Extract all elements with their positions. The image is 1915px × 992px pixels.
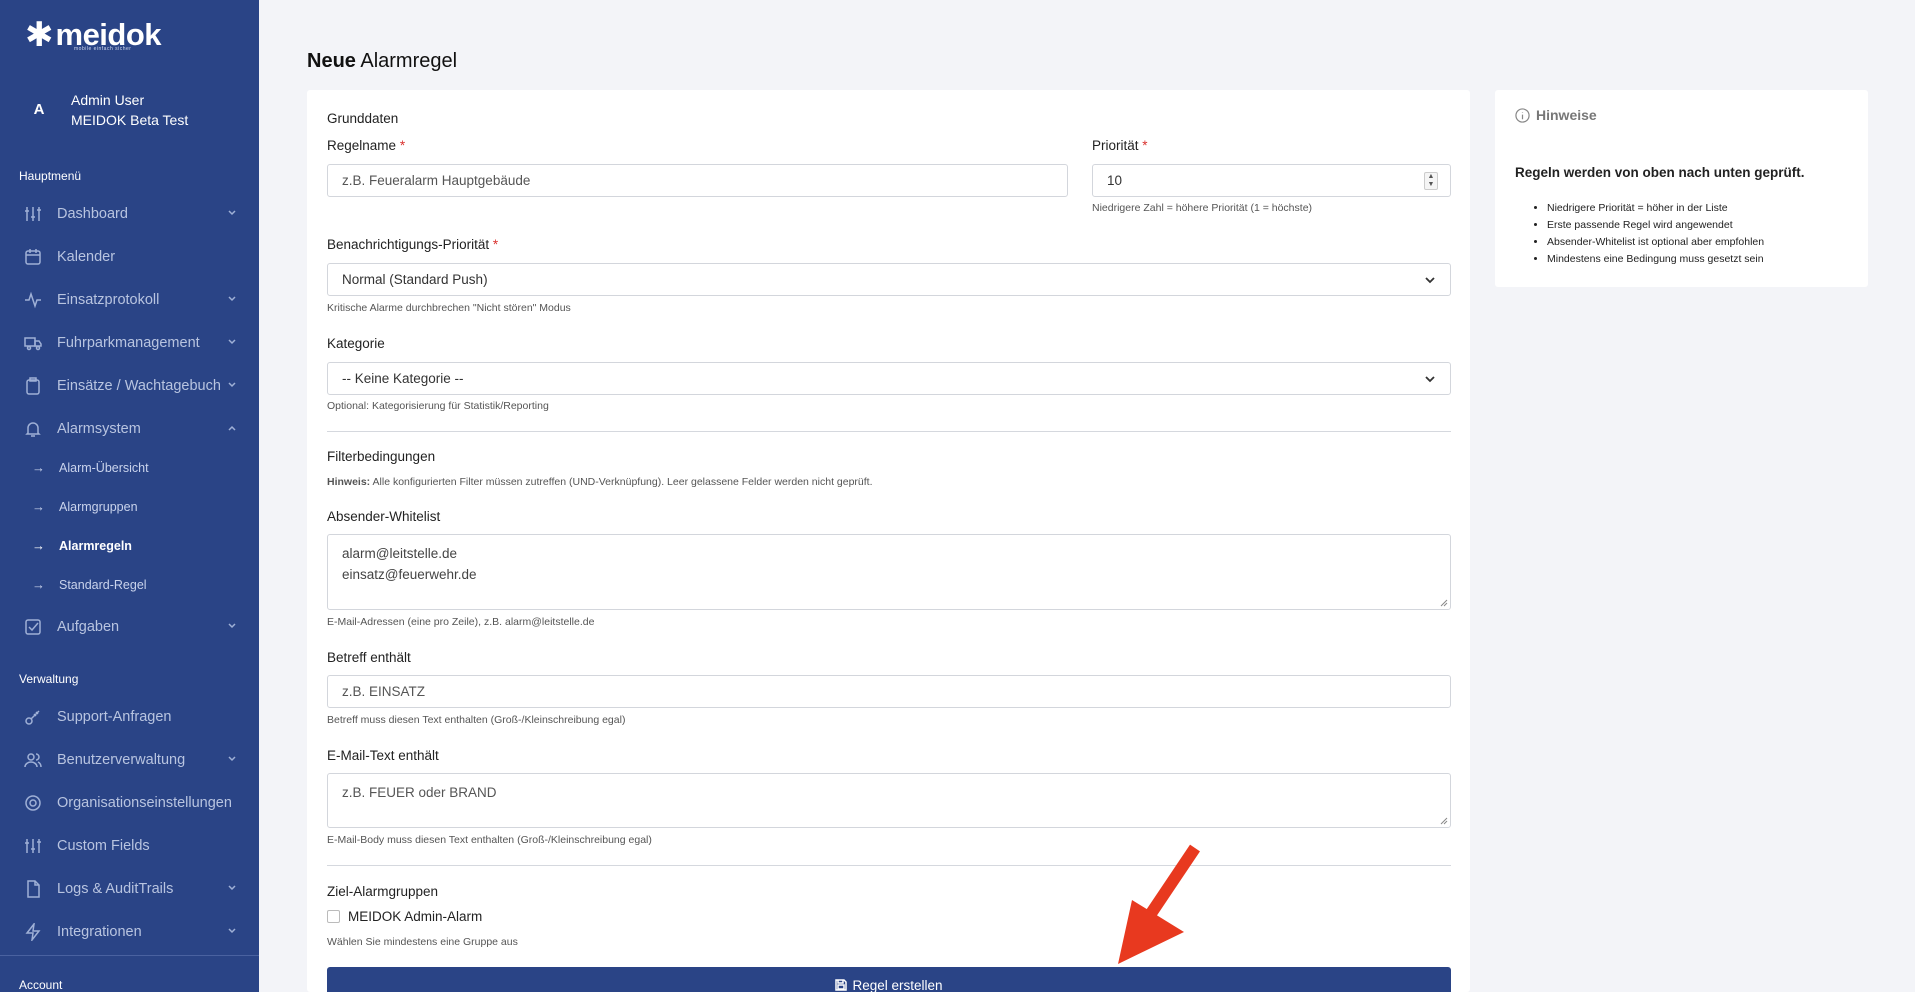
chevron-up-icon xyxy=(228,425,236,431)
save-icon xyxy=(835,979,848,991)
section-label-account: Account xyxy=(19,978,63,992)
whitelist-label: Absender-Whitelist xyxy=(327,509,441,524)
chevron-down-icon xyxy=(228,210,236,216)
sliders-icon xyxy=(25,206,41,221)
hints-list: Niedrigere Priorität = höher in der List… xyxy=(1537,200,1764,268)
gear-icon xyxy=(25,794,41,811)
sidebar-item-benutzer[interactable]: Benutzerverwaltung xyxy=(0,738,259,781)
chevron-down-icon xyxy=(1425,376,1435,383)
sidebar-item-einsaetze[interactable]: Einsätze / Wachtagebuch xyxy=(0,364,259,407)
sidebar-item-einsatzprotokoll[interactable]: Einsatzprotokoll xyxy=(0,278,259,321)
sidebar-item-fuhrpark[interactable]: Fuhrparkmanagement xyxy=(0,321,259,364)
whitelist-textarea[interactable]: alarm@leitstelle.de einsatz@feuerwehr.de xyxy=(327,534,1451,610)
arrow-right-icon: → xyxy=(32,577,45,592)
sidebar-subitem-alarmgruppen[interactable]: → Alarmgruppen xyxy=(0,487,259,526)
body-label: E-Mail-Text enthält xyxy=(327,748,439,763)
zap-icon xyxy=(25,922,41,941)
file-icon xyxy=(27,879,40,898)
arrow-right-icon: → xyxy=(32,460,45,475)
logo-tagline: mobile einfach sicher xyxy=(74,46,132,52)
sidebar-item-custom-fields[interactable]: Custom Fields xyxy=(0,824,259,867)
list-item: Erste passende Regel wird angewendet xyxy=(1547,217,1764,234)
list-item: Absender-Whitelist ist optional aber emp… xyxy=(1547,234,1764,251)
sidebar-subitem-alarmregeln[interactable]: → Alarmregeln xyxy=(0,526,259,565)
sidebar-item-integrationen[interactable]: Integrationen xyxy=(0,910,259,953)
avatar: A xyxy=(33,101,45,118)
sidebar-subitem-alarm-uebersicht[interactable]: → Alarm-Übersicht xyxy=(0,448,259,487)
sidebar-item-support[interactable]: Support-Anfragen xyxy=(0,695,259,738)
resize-handle-icon[interactable] xyxy=(1438,597,1448,607)
section-basic-heading: Grunddaten xyxy=(327,111,399,126)
truck-icon xyxy=(24,336,42,350)
section-label-admin: Verwaltung xyxy=(19,672,79,686)
sliders-icon xyxy=(25,838,41,853)
info-icon xyxy=(1515,107,1530,123)
annotation-arrow-icon xyxy=(1118,844,1200,964)
sidebar: ✱ meidok mobile einfach sicher A Admin U… xyxy=(0,0,259,992)
group-help: Wählen Sie mindestens eine Gruppe aus xyxy=(327,936,518,948)
notify-priority-select[interactable]: Normal (Standard Push) xyxy=(327,263,1451,296)
divider xyxy=(327,865,1451,866)
sidebar-item-aufgaben[interactable]: Aufgaben xyxy=(0,605,259,648)
priority-help: Niedrigere Zahl = höhere Priorität (1 = … xyxy=(1092,202,1313,214)
notify-priority-label: Benachrichtigungs-Priorität * xyxy=(327,237,499,252)
list-item: Niedrigere Priorität = höher in der List… xyxy=(1547,200,1764,217)
section-label-main: Hauptmenü xyxy=(19,169,82,183)
sidebar-item-kalender[interactable]: Kalender xyxy=(0,235,259,278)
sidebar-item-logs[interactable]: Logs & AuditTrails xyxy=(0,867,259,910)
page-title: Neue Alarmregel xyxy=(307,50,458,72)
chevron-down-icon xyxy=(228,756,236,762)
check-square-icon xyxy=(25,618,41,635)
chevron-down-icon xyxy=(228,885,236,891)
chevron-down-icon xyxy=(228,339,236,345)
list-item: Mindestens eine Bedingung muss gesetzt s… xyxy=(1547,251,1764,268)
chevron-down-icon xyxy=(228,623,236,629)
notify-priority-help: Kritische Alarme durchbrechen "Nicht stö… xyxy=(327,302,571,314)
sidebar-item-dashboard[interactable]: Dashboard xyxy=(0,192,259,235)
number-stepper[interactable]: ▲ ▼ xyxy=(1424,172,1438,190)
body-textarea[interactable]: z.B. FEUER oder BRAND xyxy=(327,773,1451,828)
group-checkbox[interactable] xyxy=(327,910,340,923)
body-help: E-Mail-Body muss diesen Text enthalten (… xyxy=(327,834,652,846)
create-rule-button[interactable]: Regel erstellen xyxy=(327,967,1451,992)
key-icon xyxy=(25,709,40,725)
user-org: MEIDOK Beta Test xyxy=(71,112,189,128)
hints-title: Hinweise xyxy=(1515,107,1597,123)
calendar-icon xyxy=(25,248,41,265)
sidebar-item-alarmsystem[interactable]: Alarmsystem xyxy=(0,407,259,450)
section-groups-heading: Ziel-Alarmgruppen xyxy=(327,884,439,899)
rule-name-input[interactable]: z.B. Feueralarm Hauptgebäude xyxy=(327,164,1068,197)
category-label: Kategorie xyxy=(327,336,385,351)
clipboard-icon xyxy=(26,376,40,395)
divider xyxy=(327,431,1451,432)
rule-name-label: Regelname * xyxy=(327,138,406,153)
bell-icon xyxy=(25,421,41,437)
priority-input[interactable]: 10 ▲ ▼ xyxy=(1092,164,1451,197)
chevron-down-icon xyxy=(1425,277,1435,284)
star-of-life-icon: ✱ xyxy=(25,16,54,54)
filter-hint: Hinweis: Alle konfigurierten Filter müss… xyxy=(327,476,873,488)
group-option-label[interactable]: MEIDOK Admin-Alarm xyxy=(348,909,482,924)
sidebar-item-organisation[interactable]: Organisationseinstellungen xyxy=(0,781,259,824)
chevron-down-icon xyxy=(228,296,236,302)
sidebar-subitem-standard-regel[interactable]: → Standard-Regel xyxy=(0,565,259,604)
arrow-right-icon: → xyxy=(32,538,45,553)
category-select[interactable]: -- Keine Kategorie -- xyxy=(327,362,1451,395)
section-filter-heading: Filterbedingungen xyxy=(327,449,436,464)
subject-label: Betreff enthält xyxy=(327,650,411,665)
user-name: Admin User xyxy=(71,92,145,108)
whitelist-help: E-Mail-Adressen (eine pro Zeile), z.B. a… xyxy=(327,616,595,628)
hints-headline: Regeln werden von oben nach unten geprüf… xyxy=(1515,165,1805,180)
resize-handle-icon[interactable] xyxy=(1438,815,1448,825)
category-help: Optional: Kategorisierung für Statistik/… xyxy=(327,400,549,412)
subject-help: Betreff muss diesen Text enthalten (Groß… xyxy=(327,714,626,726)
chevron-down-icon xyxy=(228,928,236,934)
user-profile[interactable]: A Admin User MEIDOK Beta Test xyxy=(26,90,189,130)
priority-label: Priorität * xyxy=(1092,138,1148,153)
activity-icon xyxy=(25,291,41,308)
arrow-right-icon: → xyxy=(32,499,45,514)
subject-input[interactable]: z.B. EINSATZ xyxy=(327,675,1451,708)
chevron-down-icon xyxy=(228,382,236,388)
users-icon xyxy=(24,752,42,767)
